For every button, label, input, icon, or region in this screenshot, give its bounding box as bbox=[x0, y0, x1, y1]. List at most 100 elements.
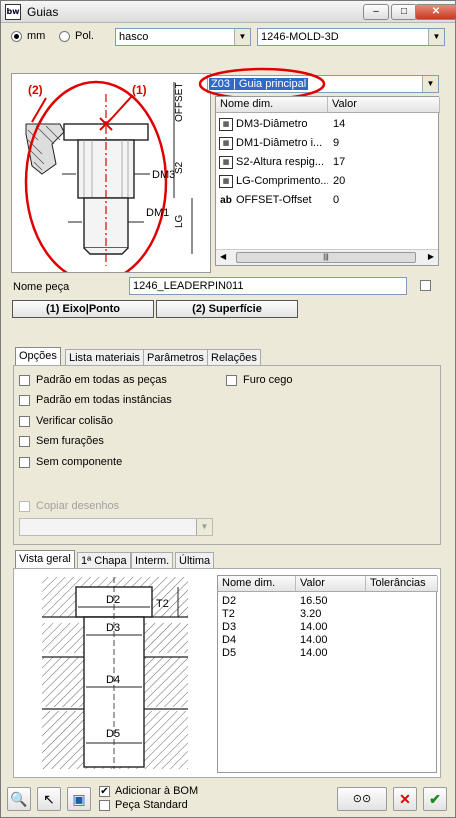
sem-componente-checkbox[interactable] bbox=[19, 457, 30, 468]
verificar-colisao-label: Verificar colisão bbox=[36, 415, 114, 427]
table-row: D5 bbox=[222, 647, 237, 659]
tab-opcoes[interactable]: Opções bbox=[15, 347, 61, 366]
tab-ultima[interactable]: Última bbox=[175, 552, 215, 569]
verificar-colisao-checkbox[interactable] bbox=[19, 416, 30, 427]
s2-dim-label: S2 bbox=[174, 161, 185, 174]
tab-1-chapa[interactable]: 1ª Chapa bbox=[77, 552, 131, 569]
view-drawing: D2 T2 D3 D4 D5 bbox=[42, 577, 188, 769]
col-header-name[interactable]: Nome dim. bbox=[216, 97, 328, 113]
part-name-checkbox[interactable] bbox=[420, 280, 431, 291]
zoom-icon[interactable]: 🔍 bbox=[7, 787, 31, 811]
preview-glasses-button[interactable]: ⊙⊙ bbox=[337, 787, 387, 811]
chevron-down-icon[interactable]: ▼ bbox=[428, 29, 444, 45]
table-row[interactable]: ▦ LG-Comprimento... 20 bbox=[216, 172, 438, 191]
pol-label: Pol. bbox=[75, 30, 94, 42]
view-dimension-table: Nome dim. Valor Tolerâncias D2 16.50 T2 … bbox=[217, 575, 438, 773]
text-field-icon: ab bbox=[219, 194, 233, 207]
window-title: Guias bbox=[27, 5, 59, 19]
t2-label: T2 bbox=[156, 598, 169, 610]
add-bom-label: Adicionar à BOM bbox=[115, 785, 199, 797]
table-row: D3 bbox=[222, 621, 237, 633]
lg-dim-label: LG bbox=[174, 214, 185, 228]
furo-cego-checkbox[interactable] bbox=[226, 375, 237, 386]
pol-radio[interactable] bbox=[59, 31, 70, 42]
callout-2-label: (2) bbox=[28, 83, 43, 97]
scroll-right-icon[interactable]: ▶ bbox=[428, 252, 434, 261]
part-drawing: (2) (1) OFFSET S2 DM3 DM1 LG bbox=[11, 73, 211, 284]
table-row: T2 bbox=[222, 608, 235, 620]
scroll-left-icon[interactable]: ◀ bbox=[220, 252, 226, 261]
standard-part-label: Peça Standard bbox=[115, 799, 188, 811]
col-header-name[interactable]: Nome dim. bbox=[218, 576, 296, 592]
dm1-dim-label: DM1 bbox=[146, 207, 169, 219]
minimize-button[interactable]: – bbox=[363, 4, 389, 20]
ok-button[interactable]: ✔ bbox=[423, 787, 447, 811]
pick-cursor-icon[interactable]: ↖ bbox=[37, 787, 61, 811]
sem-componente-label: Sem componente bbox=[36, 456, 123, 468]
col-header-value[interactable]: Valor bbox=[296, 576, 366, 592]
standard-part-checkbox[interactable] bbox=[99, 800, 110, 811]
mm-label: mm bbox=[27, 30, 46, 42]
catalog-select[interactable]: 1246-MOLD-3D ▼ bbox=[257, 28, 445, 46]
mm-radio[interactable] bbox=[11, 31, 22, 42]
close-window-button[interactable]: ✕ bbox=[415, 4, 456, 20]
d3-label: D3 bbox=[106, 622, 120, 634]
tab-lista-materiais[interactable]: Lista materiais bbox=[65, 349, 144, 366]
copiar-desenhos-label: Copiar desenhos bbox=[36, 500, 120, 512]
furo-cego-label: Furo cego bbox=[243, 374, 293, 386]
view-panel: D2 T2 D3 D4 D5 Nome dim. Valor Tolerânci… bbox=[13, 568, 441, 778]
table-cell-value: 14.00 bbox=[300, 621, 328, 633]
table-row: D2 bbox=[222, 595, 237, 607]
chevron-down-icon[interactable]: ▼ bbox=[422, 76, 438, 92]
chevron-down-icon[interactable]: ▼ bbox=[234, 29, 250, 45]
part-name-label: Nome peça bbox=[13, 281, 70, 293]
dm3-dim-label: DM3 bbox=[152, 169, 175, 181]
tab-relacoes[interactable]: Relações bbox=[207, 349, 261, 366]
supplier-value: hasco bbox=[119, 31, 149, 43]
axis-point-button[interactable]: (1) Eixo|Ponto bbox=[12, 300, 154, 318]
table-cell-value: 16.50 bbox=[300, 595, 328, 607]
save-icon[interactable]: ▣ bbox=[67, 787, 91, 811]
table-icon: ▦ bbox=[219, 156, 233, 169]
padrao-instancias-checkbox[interactable] bbox=[19, 395, 30, 406]
guias-window: bw Guias – □ ✕ mm Pol. hasco ▼ 1246-MOLD… bbox=[0, 0, 456, 818]
tab-parametros[interactable]: Parâmetros bbox=[143, 349, 208, 366]
tab-vista-geral[interactable]: Vista geral bbox=[15, 550, 75, 569]
app-logo-icon: bw bbox=[5, 4, 21, 20]
offset-dim-label: OFFSET bbox=[174, 83, 185, 122]
cancel-button[interactable]: ✕ bbox=[393, 787, 417, 811]
table-cell-value: 3.20 bbox=[300, 608, 322, 620]
padrao-instancias-label: Padrão em todas instâncias bbox=[36, 394, 172, 406]
d4-label: D4 bbox=[106, 674, 120, 686]
tab-interm[interactable]: Interm. bbox=[131, 552, 174, 569]
surface-button[interactable]: (2) Superfície bbox=[156, 300, 298, 318]
horizontal-scrollbar[interactable]: ◀ ||| ▶ bbox=[216, 249, 438, 265]
d2-label: D2 bbox=[106, 594, 120, 606]
maximize-button[interactable]: □ bbox=[391, 4, 417, 20]
table-icon: ▦ bbox=[219, 175, 233, 188]
options-panel: Padrão em todas as peças Padrão em todas… bbox=[13, 365, 441, 545]
sem-furacoes-checkbox[interactable] bbox=[19, 436, 30, 447]
leader-pin-diagram: (2) (1) OFFSET S2 DM3 DM1 LG bbox=[24, 80, 193, 284]
table-cell-value: 14.00 bbox=[300, 647, 328, 659]
chevron-down-icon[interactable]: ▼ bbox=[196, 519, 212, 535]
add-bom-checkbox[interactable]: ✔ bbox=[99, 786, 110, 797]
copiar-desenhos-select[interactable]: ▼ bbox=[19, 518, 213, 536]
part-name-input[interactable]: 1246_LEADERPIN011 bbox=[129, 277, 407, 295]
title-bar: bw Guias – □ ✕ bbox=[1, 1, 456, 23]
col-header-value[interactable]: Valor bbox=[328, 97, 440, 113]
padrao-pecas-label: Padrão em todas as peças bbox=[36, 374, 167, 386]
supplier-select[interactable]: hasco ▼ bbox=[115, 28, 251, 46]
table-cell-value: 14.00 bbox=[300, 634, 328, 646]
col-header-tolerance[interactable]: Tolerâncias bbox=[366, 576, 438, 592]
table-row[interactable]: ab OFFSET-Offset 0 bbox=[216, 191, 438, 210]
table-row[interactable]: ▦ DM3-Diâmetro 14 bbox=[216, 115, 438, 134]
table-row[interactable]: ▦ S2-Altura respig... 17 bbox=[216, 153, 438, 172]
sem-furacoes-label: Sem furações bbox=[36, 435, 104, 447]
catalog-value: 1246-MOLD-3D bbox=[261, 31, 339, 43]
table-row[interactable]: ▦ DM1-Diâmetro i... 9 bbox=[216, 134, 438, 153]
dimension-table: Nome dim. Valor ▦ DM3-Diâmetro 14 ▦ DM1-… bbox=[215, 96, 440, 266]
padrao-pecas-checkbox[interactable] bbox=[19, 375, 30, 386]
copiar-desenhos-checkbox[interactable] bbox=[19, 501, 30, 512]
scroll-thumb[interactable]: ||| bbox=[236, 252, 416, 263]
